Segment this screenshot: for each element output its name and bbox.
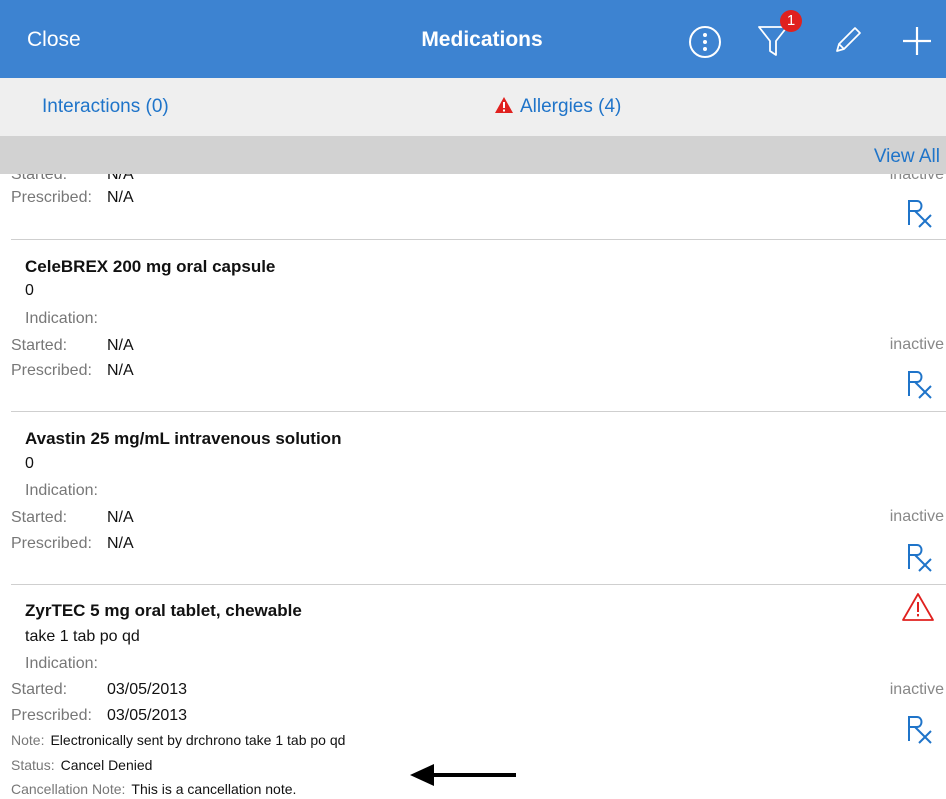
medication-list[interactable]: Started: N/A inactive Prescribed: N/A Ce… <box>0 0 946 799</box>
started-row: Started: N/A <box>11 509 134 526</box>
inactive-tag: inactive <box>889 508 944 525</box>
medication-name: Avastin 25 mg/mL intravenous solution <box>25 429 342 448</box>
started-row: Started: N/A <box>11 337 134 354</box>
prescribed-row: Prescribed: N/A <box>11 535 134 552</box>
status-row: Status: Cancel Denied <box>11 757 153 773</box>
indication-label: Indication: <box>25 310 98 327</box>
rx-icon[interactable] <box>905 368 935 400</box>
inactive-tag: inactive <box>889 336 944 353</box>
rx-icon[interactable] <box>905 541 935 573</box>
alert-icon <box>902 593 934 621</box>
inactive-tag: inactive <box>889 681 944 698</box>
cancellation-note-row: Cancellation Note: This is a cancellation… <box>11 781 297 797</box>
divider <box>11 411 946 412</box>
indication-label: Indication: <box>25 655 98 672</box>
medication-instructions: 0 <box>25 455 34 472</box>
divider <box>11 584 946 585</box>
started-row: Started: 03/05/2013 <box>11 681 188 698</box>
indication-label: Indication: <box>25 482 98 499</box>
rx-icon[interactable] <box>905 197 935 229</box>
medication-instructions: 0 <box>25 282 34 299</box>
medication-instructions: take 1 tab po qd <box>25 628 140 645</box>
view-all-bar: View All <box>0 136 946 174</box>
partial-prescribed: Prescribed: N/A <box>11 189 134 206</box>
prescribed-row: Prescribed: 03/05/2013 <box>11 707 188 724</box>
note-row: Note: Electronically sent by drchrono tak… <box>11 732 346 748</box>
view-all-link[interactable]: View All <box>874 146 940 168</box>
medication-name: ZyrTEC 5 mg oral tablet, chewable <box>25 601 302 620</box>
rx-icon[interactable] <box>905 713 935 745</box>
divider <box>11 239 946 240</box>
medication-name: CeleBREX 200 mg oral capsule <box>25 257 276 276</box>
prescribed-row: Prescribed: N/A <box>11 362 134 379</box>
